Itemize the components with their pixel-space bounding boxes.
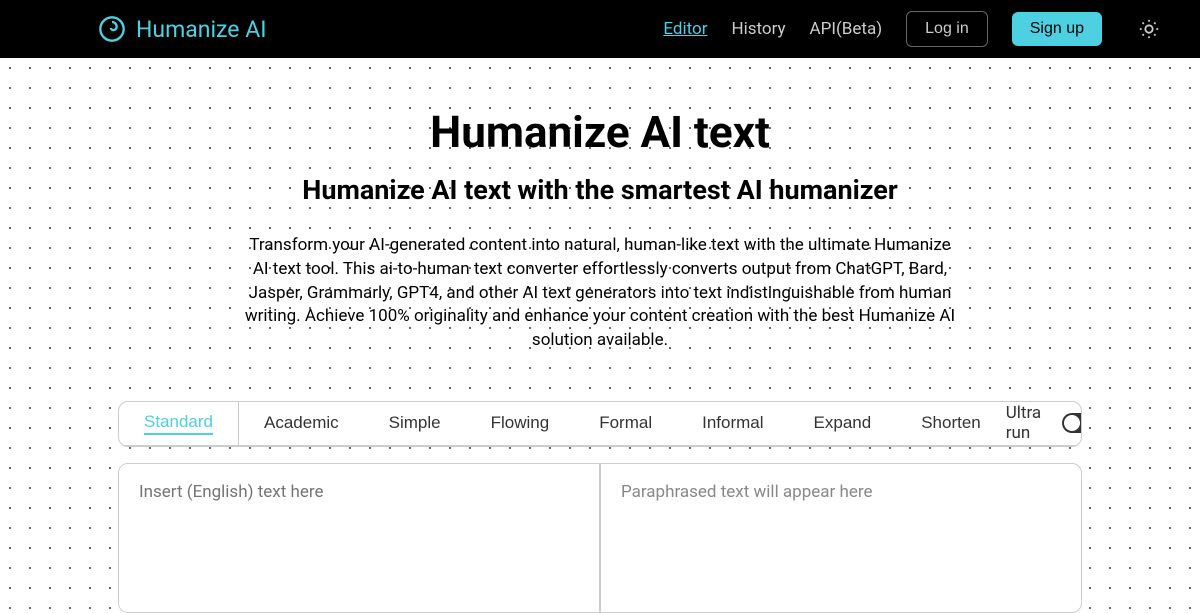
- toggle-knob: [1064, 415, 1080, 431]
- tab-standard[interactable]: Standard: [119, 401, 239, 445]
- hero-subtitle: Humanize AI text with the smartest AI hu…: [0, 174, 1200, 206]
- login-button[interactable]: Log in: [906, 11, 988, 47]
- theme-toggle-icon[interactable]: [1138, 18, 1160, 40]
- hero-description: Transform your AI-generated content into…: [220, 234, 980, 353]
- nav-history[interactable]: History: [731, 19, 785, 39]
- logo-icon: [98, 15, 126, 43]
- output-area: Paraphrased text will appear here: [600, 464, 1081, 612]
- header: Humanize AI Editor History API(Beta) Log…: [0, 0, 1200, 58]
- nav-section: Editor History API(Beta) Log in Sign up: [663, 11, 1160, 47]
- hero-title: Humanize AI text: [0, 106, 1200, 158]
- content: Humanize AI text Humanize AI text with t…: [0, 58, 1200, 613]
- tab-flowing[interactable]: Flowing: [466, 401, 575, 445]
- tab-expand[interactable]: Expand: [789, 401, 897, 445]
- tab-informal[interactable]: Informal: [677, 401, 788, 445]
- tab-academic[interactable]: Academic: [239, 401, 364, 445]
- nav-editor[interactable]: Editor: [663, 19, 707, 39]
- ultra-run-label: Ultra run: [1006, 403, 1052, 443]
- tab-simple[interactable]: Simple: [364, 401, 466, 445]
- tab-formal[interactable]: Formal: [574, 401, 677, 445]
- input-textarea[interactable]: [119, 464, 600, 612]
- signup-button[interactable]: Sign up: [1012, 12, 1102, 46]
- logo-section[interactable]: Humanize AI: [98, 15, 266, 43]
- tabs-row: Standard Academic Simple Flowing Formal …: [119, 402, 1081, 446]
- tabs-list: Standard Academic Simple Flowing Formal …: [119, 401, 1006, 445]
- nav-api[interactable]: API(Beta): [810, 19, 883, 39]
- logo-text: Humanize AI: [136, 16, 266, 43]
- ultra-run-toggle[interactable]: [1062, 413, 1082, 433]
- editor-tabs-container: Standard Academic Simple Flowing Formal …: [118, 401, 1082, 447]
- tab-shorten[interactable]: Shorten: [896, 401, 1006, 445]
- ultra-run-control: Ultra run: [1006, 403, 1082, 443]
- text-areas: Paraphrased text will appear here: [118, 463, 1082, 613]
